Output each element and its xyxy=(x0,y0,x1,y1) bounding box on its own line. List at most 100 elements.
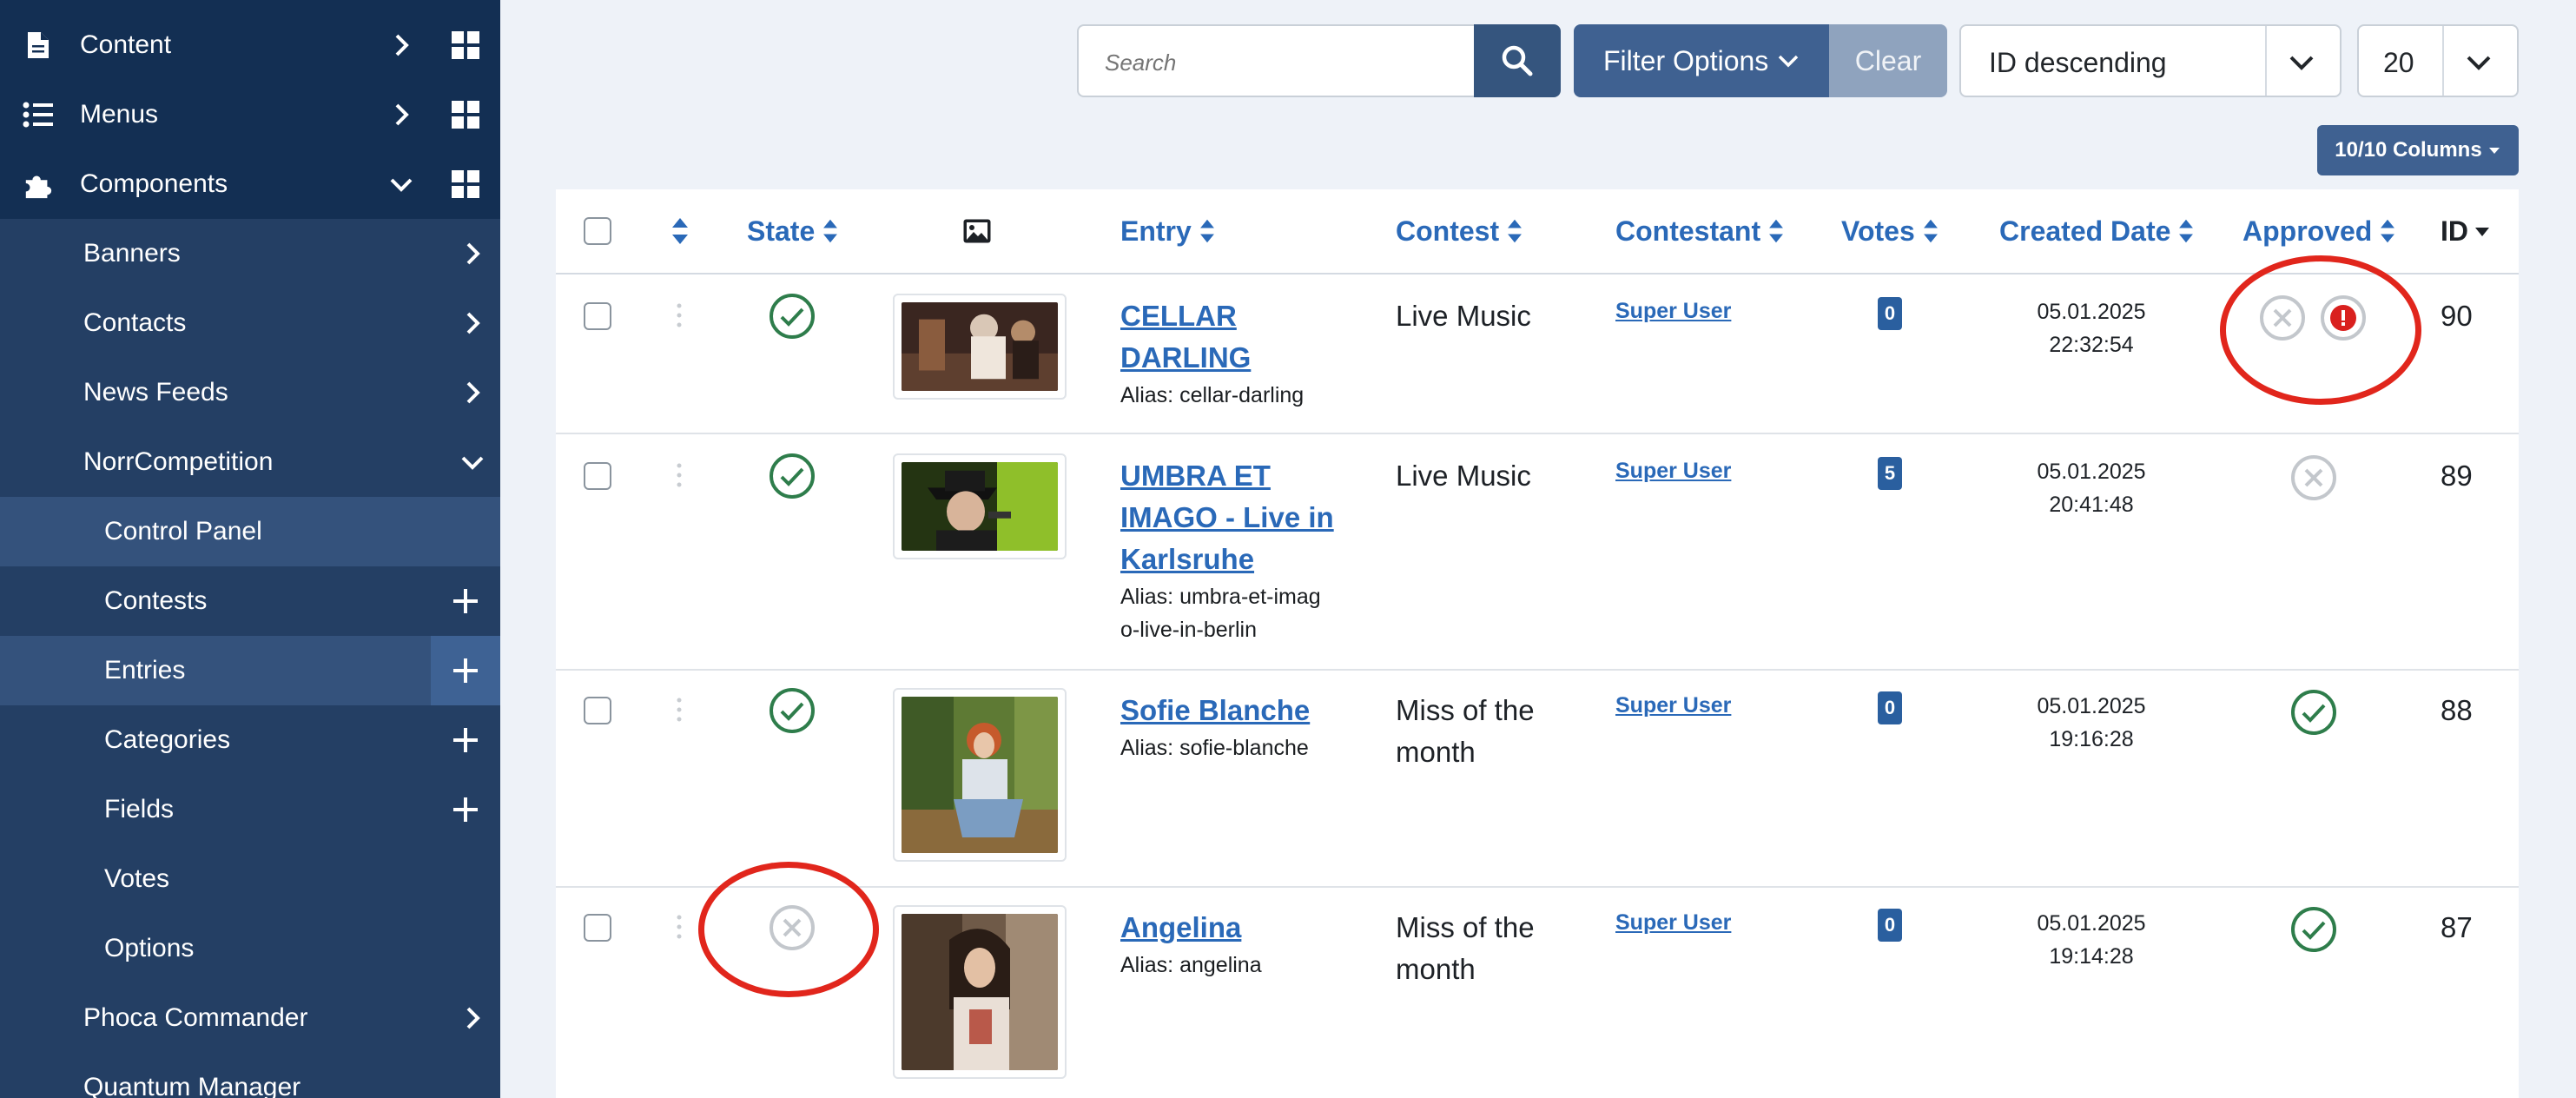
sidebar-item-menus[interactable]: Menus xyxy=(0,80,500,149)
sidebar-item-entries[interactable]: Entries xyxy=(0,636,500,705)
entry-thumbnail[interactable] xyxy=(893,294,1067,400)
add-icon[interactable] xyxy=(448,585,483,617)
dashboard-grid-icon[interactable] xyxy=(450,30,481,61)
add-icon[interactable] xyxy=(448,655,483,686)
row-checkbox[interactable] xyxy=(584,914,611,942)
published-check-icon[interactable] xyxy=(768,292,816,341)
sidebar-item-label: News Feeds xyxy=(83,378,228,407)
votes-sort-header[interactable]: Votes xyxy=(1841,189,1939,273)
contestant-link[interactable]: Super User xyxy=(1615,455,1731,486)
entry-title-link[interactable]: Angelina xyxy=(1120,907,1346,949)
sidebar-item-votes[interactable]: Votes xyxy=(0,844,500,914)
contest-line: month xyxy=(1396,736,1476,768)
add-icon[interactable] xyxy=(448,724,483,756)
contest-sort-header[interactable]: Contest xyxy=(1396,189,1523,273)
select-divider xyxy=(2265,26,2267,96)
drag-handle-icon[interactable] xyxy=(676,462,683,488)
unapproved-x-icon[interactable] xyxy=(2289,453,2338,502)
sort-select[interactable]: ID descending xyxy=(1959,24,2342,97)
contestant-link[interactable]: Super User xyxy=(1615,907,1731,938)
sidebar-item-contacts[interactable]: Contacts xyxy=(0,288,500,358)
contest-name: Miss of the month xyxy=(1396,690,1587,773)
created-date-sort-header[interactable]: Created Date xyxy=(1999,189,2195,273)
drag-handle-icon[interactable] xyxy=(676,914,683,940)
entry-id: 87 xyxy=(2441,911,2473,943)
contestant-link[interactable]: Super User xyxy=(1615,295,1731,327)
entry-alias-line: Alias: sofie-blanche xyxy=(1120,736,1309,760)
entry-thumbnail[interactable] xyxy=(893,453,1067,559)
entry-thumbnail[interactable] xyxy=(893,905,1067,1079)
drag-handle-icon[interactable] xyxy=(676,302,683,328)
approved-check-icon[interactable] xyxy=(2289,905,2338,954)
sidebar-item-components[interactable]: Components xyxy=(0,149,500,219)
chevron-right-icon[interactable] xyxy=(459,240,486,268)
chevron-down-icon[interactable] xyxy=(387,170,415,198)
created-date-time: 20:41:48 xyxy=(2049,493,2134,517)
add-icon[interactable] xyxy=(448,794,483,825)
sidebar-item-categories[interactable]: Categories xyxy=(0,705,500,775)
sort-icon xyxy=(2381,219,2395,243)
row-divider xyxy=(556,669,2519,671)
entry-alias-line: Alias: cellar-darling xyxy=(1120,383,1305,407)
sidebar-item-control-panel[interactable]: Control Panel xyxy=(0,497,500,566)
contest-name: Live Music xyxy=(1396,295,1587,337)
sidebar-item-label: Menus xyxy=(80,100,159,129)
search-button[interactable] xyxy=(1474,24,1561,97)
search-input[interactable] xyxy=(1105,45,1452,80)
entry-thumbnail[interactable] xyxy=(893,688,1067,862)
filter-options-button[interactable]: Filter Options xyxy=(1574,24,1829,97)
clear-button[interactable]: Clear xyxy=(1829,24,1947,97)
select-all-checkbox[interactable] xyxy=(584,217,611,245)
entry-title-link[interactable]: UMBRA ET IMAGO - Live in Karlsruhe xyxy=(1120,455,1346,580)
chevron-down-icon xyxy=(2289,56,2314,70)
row-checkbox[interactable] xyxy=(584,302,611,330)
chevron-right-icon[interactable] xyxy=(459,1004,486,1032)
entry-title-link[interactable]: CELLAR DARLING xyxy=(1120,295,1346,379)
row-checkbox[interactable] xyxy=(584,462,611,490)
contestant-link[interactable]: Super User xyxy=(1615,690,1731,721)
chevron-right-icon[interactable] xyxy=(387,101,415,129)
sidebar-item-banners[interactable]: Banners xyxy=(0,219,500,288)
entry-sort-header[interactable]: Entry xyxy=(1120,189,1216,273)
sidebar-item-phoca-commander[interactable]: Phoca Commander xyxy=(0,983,500,1053)
created-date: 05.01.2025 19:14:28 xyxy=(2005,907,2178,973)
sidebar-item-options[interactable]: Options xyxy=(0,914,500,983)
created-date-day: 05.01.2025 xyxy=(2037,911,2146,936)
image-icon xyxy=(963,219,991,243)
sidebar-item-content[interactable]: Content xyxy=(0,10,500,80)
state-sort-header[interactable]: State xyxy=(747,189,839,273)
sidebar-item-fields[interactable]: Fields xyxy=(0,775,500,844)
approved-check-icon[interactable] xyxy=(2289,688,2338,737)
chevron-right-icon[interactable] xyxy=(459,309,486,337)
sidebar-item-news-feeds[interactable]: News Feeds xyxy=(0,358,500,427)
columns-toggle-button[interactable]: 10/10 Columns xyxy=(2317,125,2519,175)
published-check-icon[interactable] xyxy=(768,452,816,500)
votes-badge: 0 xyxy=(1878,691,1902,724)
sort-icon xyxy=(1508,219,1522,243)
entry-title-line: DARLING xyxy=(1120,341,1252,374)
chevron-down-icon[interactable] xyxy=(459,448,486,476)
dashboard-grid-icon[interactable] xyxy=(450,169,481,200)
sidebar-item-contests[interactable]: Contests xyxy=(0,566,500,636)
votes-badge: 5 xyxy=(1878,457,1902,490)
dashboard-grid-icon[interactable] xyxy=(450,99,481,130)
contest-name: Miss of the month xyxy=(1396,907,1587,990)
chevron-right-icon[interactable] xyxy=(387,31,415,59)
entry-title-link[interactable]: Sofie Blanche xyxy=(1120,690,1346,731)
caret-down-icon xyxy=(2475,228,2489,236)
sidebar-item-quantum-manager[interactable]: Quantum Manager xyxy=(0,1053,500,1098)
id-sort-header[interactable]: ID xyxy=(2441,189,2491,273)
published-check-icon[interactable] xyxy=(768,686,816,735)
entry-title-line: UMBRA ET xyxy=(1120,460,1271,492)
singer-photo xyxy=(902,462,1058,551)
sidebar-item-label: Contacts xyxy=(83,308,187,337)
drag-handle-icon[interactable] xyxy=(676,697,683,723)
contestant-sort-header[interactable]: Contestant xyxy=(1615,189,1785,273)
chevron-right-icon[interactable] xyxy=(459,379,486,407)
list-limit-select[interactable]: 20 xyxy=(2357,24,2519,97)
sidebar-item-norrcompetition[interactable]: NorrCompetition xyxy=(0,427,500,497)
sidebar: Content Menus Components Banners Contact… xyxy=(0,0,500,1098)
row-checkbox[interactable] xyxy=(584,697,611,724)
search-field[interactable] xyxy=(1077,24,1475,97)
ordering-sort-header[interactable] xyxy=(670,189,690,273)
